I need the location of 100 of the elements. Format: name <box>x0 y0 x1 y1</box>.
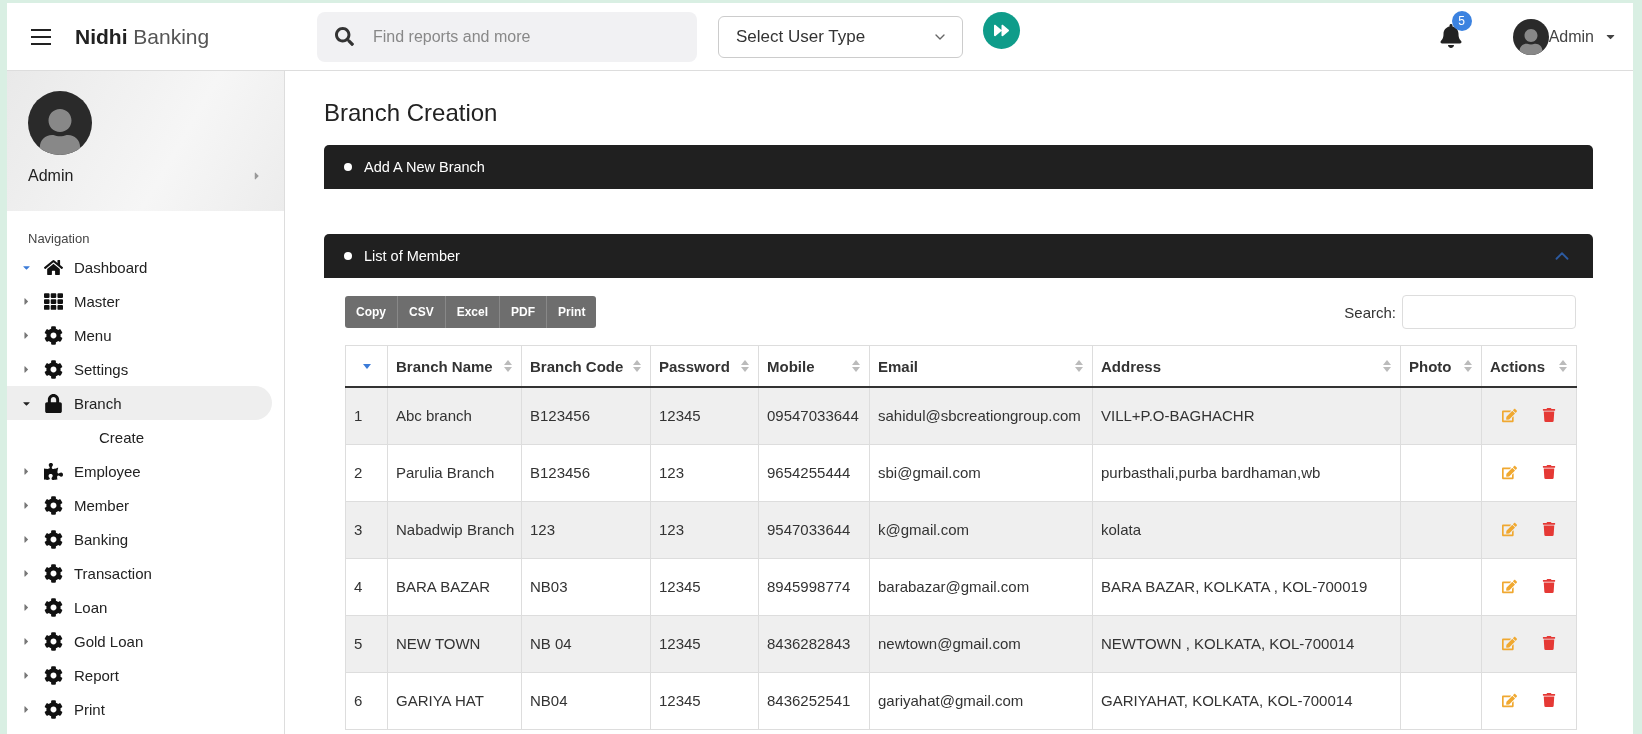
export-button[interactable]: Print <box>546 296 597 328</box>
table-cell: k@gmail.com <box>869 501 1093 558</box>
table-cell: B123456 <box>521 387 651 444</box>
fast-forward-icon <box>994 23 1009 38</box>
table-search-field[interactable] <box>1402 295 1576 329</box>
gear-icon <box>43 699 63 719</box>
notification-count: 5 <box>1451 10 1472 31</box>
gear-icon <box>43 563 63 583</box>
nav-item[interactable]: Member <box>7 488 272 522</box>
edit-icon[interactable] <box>1502 636 1518 651</box>
table-cell: GARIYA HAT <box>387 672 522 729</box>
table-cell: gariyahat@gmail.com <box>869 672 1093 729</box>
nav-item[interactable]: Branch <box>7 386 272 420</box>
table-cell: GARIYAHAT, KOLKATA, KOL-700014 <box>1092 672 1401 729</box>
bullet-icon <box>344 163 352 171</box>
table-cell: VILL+P.O-BAGHACHR <box>1092 387 1401 444</box>
bell-icon[interactable] <box>1438 23 1463 48</box>
table-cell: 8436252541 <box>758 672 870 729</box>
table-cell: 2 <box>345 444 388 501</box>
table-cell: NB 04 <box>521 615 651 672</box>
nav-item[interactable]: Transaction <box>7 556 272 590</box>
page-title: Branch Creation <box>324 99 499 127</box>
user-type-select[interactable]: Select User Type <box>718 15 963 58</box>
puzzle-icon <box>43 461 63 481</box>
table-cell: NEWTOWN , KOLKATA, KOL-700014 <box>1092 615 1401 672</box>
table-cell: 123 <box>521 501 651 558</box>
gear-icon <box>43 325 63 345</box>
edit-icon[interactable] <box>1502 522 1518 537</box>
table-cell: 12345 <box>650 387 759 444</box>
sort-icon[interactable] <box>1382 359 1392 373</box>
gear-icon <box>43 631 63 651</box>
sort-icon[interactable] <box>632 359 642 373</box>
edit-icon[interactable] <box>1502 693 1518 708</box>
profile-name: Admin <box>28 167 74 185</box>
table-cell: 9547033644 <box>758 501 870 558</box>
table-cell: BARA BAZAR <box>387 558 522 615</box>
nav-subitem[interactable]: Create <box>7 420 284 454</box>
sort-icon[interactable] <box>503 359 513 373</box>
table-cell: 8436282843 <box>758 615 870 672</box>
export-button[interactable]: Copy <box>345 296 397 328</box>
table-cell: 4 <box>345 558 388 615</box>
fast-forward-button[interactable] <box>983 12 1020 49</box>
table-cell: 09547033644 <box>758 387 870 444</box>
nav-item[interactable]: Master <box>7 284 272 318</box>
table-cell: 123 <box>650 444 759 501</box>
table-cell: Parulia Branch <box>387 444 522 501</box>
nav-item[interactable]: Employee <box>7 454 272 488</box>
grid-icon <box>43 291 63 311</box>
nav-item[interactable]: Banking <box>7 522 272 556</box>
table-cell: 6 <box>345 672 388 729</box>
table-cell: BARA BAZAR, KOLKATA , KOL-700019 <box>1092 558 1401 615</box>
delete-icon[interactable] <box>1541 522 1556 536</box>
panel-header[interactable]: List of Member <box>324 234 1593 278</box>
export-button[interactable]: PDF <box>499 296 547 328</box>
table-cell: 5 <box>345 615 388 672</box>
table-cell: barabazar@gmail.com <box>869 558 1093 615</box>
sort-icon[interactable] <box>851 359 861 373</box>
table-cell: NB03 <box>521 558 651 615</box>
nav-item[interactable]: Print <box>7 692 272 726</box>
search-input[interactable]: Find reports and more <box>317 11 697 62</box>
sort-icon[interactable] <box>1074 359 1084 373</box>
table-cell: 12345 <box>650 558 759 615</box>
menu-icon[interactable] <box>31 28 51 45</box>
column-header[interactable]: Address <box>1101 357 1162 375</box>
delete-icon[interactable] <box>1541 579 1556 593</box>
edit-icon[interactable] <box>1502 579 1518 594</box>
nav-item[interactable]: Loan <box>7 590 272 624</box>
user-menu[interactable]: Admin <box>1548 27 1617 46</box>
gear-icon <box>43 665 63 685</box>
export-button[interactable]: CSV <box>397 296 445 328</box>
delete-icon[interactable] <box>1541 693 1556 707</box>
panel-header[interactable]: Add A New Branch <box>324 145 1593 189</box>
table-cell: 9654255444 <box>758 444 870 501</box>
table-cell: sbi@gmail.com <box>869 444 1093 501</box>
export-button[interactable]: Excel <box>444 296 500 328</box>
sort-icon[interactable] <box>1463 359 1473 373</box>
table-cell: NB04 <box>521 672 651 729</box>
table-cell: 3 <box>345 501 388 558</box>
nav-item[interactable]: Gold Loan <box>7 624 272 658</box>
column-header[interactable]: Mobile <box>767 357 815 375</box>
delete-icon[interactable] <box>1541 465 1556 479</box>
column-header[interactable]: Email <box>878 357 919 375</box>
nav-item[interactable]: Menu <box>7 318 272 352</box>
delete-icon[interactable] <box>1541 408 1556 423</box>
gear-icon <box>43 359 63 379</box>
edit-icon[interactable] <box>1502 465 1518 480</box>
sort-icon[interactable] <box>740 359 750 373</box>
avatar <box>1512 18 1549 55</box>
home-icon <box>43 257 63 277</box>
edit-icon[interactable] <box>1502 408 1518 424</box>
table-cell: 12345 <box>650 615 759 672</box>
nav-item[interactable]: Settings <box>7 352 272 386</box>
table-cell: Nabadwip Branch <box>387 501 522 558</box>
nav-item[interactable]: Dashboard <box>7 250 272 284</box>
sort-icon[interactable] <box>1558 359 1568 373</box>
nav-item[interactable]: Report <box>7 658 272 692</box>
table-cell: 123 <box>650 501 759 558</box>
table-cell: Abc branch <box>387 387 522 444</box>
delete-icon[interactable] <box>1541 636 1556 650</box>
table-cell: sahidul@sbcreationgroup.com <box>869 387 1093 444</box>
